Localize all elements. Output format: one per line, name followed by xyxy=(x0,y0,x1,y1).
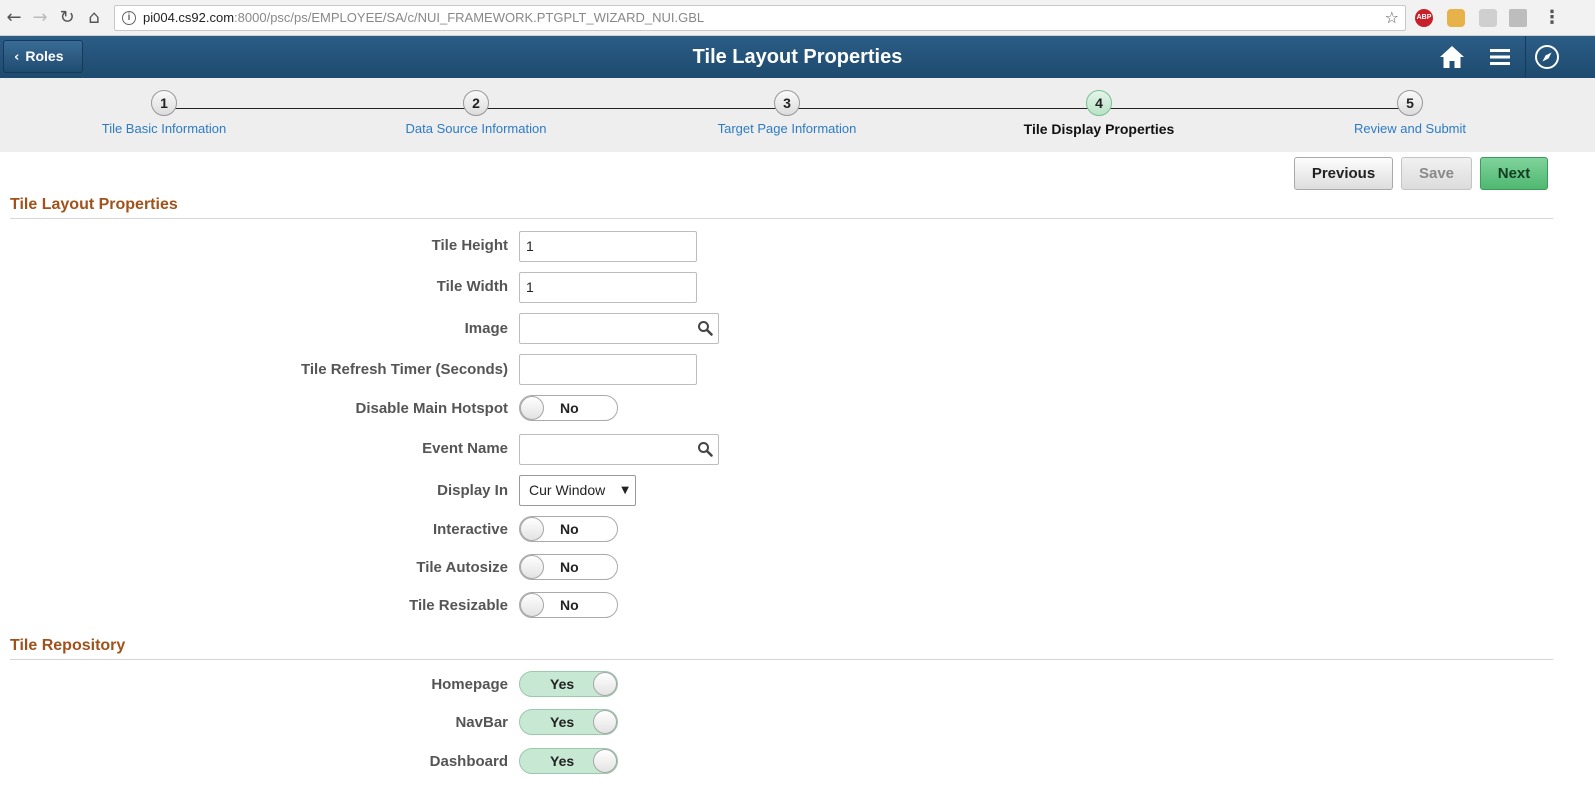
navbar-toggle[interactable]: Yes xyxy=(519,709,618,735)
browser-menu-icon[interactable]: ⋮ xyxy=(1542,8,1562,28)
home-icon[interactable] xyxy=(1438,43,1466,71)
step-label[interactable]: Tile Basic Information xyxy=(54,121,274,136)
bookmark-star-icon[interactable]: ☆ xyxy=(1385,6,1399,30)
search-icon[interactable] xyxy=(697,441,713,457)
tile-width-input[interactable]: 1 xyxy=(519,272,697,303)
step-number: 4 xyxy=(1086,90,1112,116)
step-2[interactable]: 2 Data Source Information xyxy=(366,90,586,136)
disable-hotspot-toggle[interactable]: No xyxy=(519,395,618,421)
toggle-knob xyxy=(520,593,544,617)
url-path: :8000/psc/ps/EMPLOYEE/SA/c/NUI_FRAMEWORK… xyxy=(234,10,705,25)
step-4-current: 4 Tile Display Properties xyxy=(989,90,1209,137)
homepage-label: Homepage xyxy=(431,676,508,693)
interactive-label: Interactive xyxy=(432,521,508,538)
autosize-label: Tile Autosize xyxy=(416,559,508,576)
save-button[interactable]: Save xyxy=(1401,157,1472,190)
refresh-timer-label: Tile Refresh Timer (Seconds) xyxy=(300,361,508,378)
roles-back-button[interactable]: ‹ Roles xyxy=(3,40,83,73)
homepage-toggle[interactable]: Yes xyxy=(519,671,618,697)
refresh-timer-input[interactable] xyxy=(519,354,697,385)
dropdown-arrow-icon: ▼ xyxy=(621,485,629,496)
autosize-toggle[interactable]: No xyxy=(519,554,618,580)
next-button[interactable]: Next xyxy=(1480,157,1548,190)
page-title: Tile Layout Properties xyxy=(692,46,903,68)
toggle-value: No xyxy=(560,559,579,575)
toggle-value: Yes xyxy=(550,714,575,730)
back-arrow-icon[interactable]: ← xyxy=(4,8,24,28)
roles-label: Roles xyxy=(25,48,64,64)
step-label[interactable]: Data Source Information xyxy=(366,121,586,136)
event-name-label: Event Name xyxy=(422,440,508,457)
wizard-steps: 1 Tile Basic Information 2 Data Source I… xyxy=(0,78,1595,152)
event-name-input[interactable] xyxy=(519,434,719,465)
step-number: 2 xyxy=(463,90,489,116)
tile-width-label: Tile Width xyxy=(436,278,508,295)
search-icon[interactable] xyxy=(697,320,713,336)
toggle-knob xyxy=(520,555,544,579)
step-3[interactable]: 3 Target Page Information xyxy=(677,90,897,136)
tile-height-label: Tile Height xyxy=(431,237,508,254)
url-host: pi004.cs92.com xyxy=(143,10,235,25)
reload-icon[interactable]: ↻ xyxy=(57,8,77,28)
step-label[interactable]: Target Page Information xyxy=(677,121,897,136)
address-bar[interactable]: i pi004.cs92.com:8000/psc/ps/EMPLOYEE/SA… xyxy=(114,5,1406,31)
disable-hotspot-label: Disable Main Hotspot xyxy=(355,400,508,417)
toggle-value: Yes xyxy=(550,753,575,769)
extension-pdf-icon[interactable] xyxy=(1509,9,1527,27)
image-label: Image xyxy=(464,320,508,337)
resizable-toggle[interactable]: No xyxy=(519,592,618,618)
step-number: 3 xyxy=(774,90,800,116)
dashboard-label: Dashboard xyxy=(429,753,508,770)
step-label[interactable]: Review and Submit xyxy=(1300,121,1520,136)
display-in-select[interactable]: Cur Window ▼ xyxy=(519,475,636,506)
toggle-value: No xyxy=(560,400,579,416)
tile-height-input[interactable]: 1 xyxy=(519,231,697,262)
step-1[interactable]: 1 Tile Basic Information xyxy=(54,90,274,136)
display-in-label: Display In xyxy=(437,482,508,499)
resizable-label: Tile Resizable xyxy=(409,597,508,614)
toggle-value: No xyxy=(560,597,579,613)
interactive-toggle[interactable]: No xyxy=(519,516,618,542)
display-in-value: Cur Window xyxy=(529,482,606,498)
toggle-knob xyxy=(593,749,617,773)
step-label: Tile Display Properties xyxy=(1023,121,1175,137)
section-divider xyxy=(10,659,1553,660)
dashboard-toggle[interactable]: Yes xyxy=(519,748,618,774)
step-number: 5 xyxy=(1397,90,1423,116)
section-title-layout: Tile Layout Properties xyxy=(10,196,178,213)
info-icon[interactable]: i xyxy=(122,11,136,25)
step-5[interactable]: 5 Review and Submit xyxy=(1300,90,1520,136)
section-divider xyxy=(10,218,1553,219)
browser-toolbar: ← → ↻ ⌂ i pi004.cs92.com:8000/psc/ps/EMP… xyxy=(0,0,1595,36)
toggle-knob xyxy=(520,396,544,420)
adblock-icon[interactable]: ABP xyxy=(1415,9,1433,27)
home-browser-icon[interactable]: ⌂ xyxy=(84,8,104,28)
toggle-knob xyxy=(520,517,544,541)
navbar-compass-icon[interactable] xyxy=(1533,43,1561,71)
extension-cube-icon[interactable] xyxy=(1479,9,1497,27)
section-title-repository: Tile Repository xyxy=(10,637,126,654)
app-header: Tile Layout Properties ‹ Roles xyxy=(0,36,1595,78)
toggle-knob xyxy=(593,710,617,734)
navbar-label: NavBar xyxy=(455,714,508,731)
toggle-value: Yes xyxy=(550,676,575,692)
extension-icon[interactable] xyxy=(1447,9,1465,27)
header-divider xyxy=(1525,36,1526,78)
image-input[interactable] xyxy=(519,313,719,344)
chevron-left-icon: ‹ xyxy=(14,50,20,65)
step-number: 1 xyxy=(151,90,177,116)
menu-icon[interactable] xyxy=(1486,43,1514,71)
previous-button[interactable]: Previous xyxy=(1294,157,1393,190)
forward-arrow-icon[interactable]: → xyxy=(30,8,50,28)
toggle-knob xyxy=(593,672,617,696)
toggle-value: No xyxy=(560,521,579,537)
